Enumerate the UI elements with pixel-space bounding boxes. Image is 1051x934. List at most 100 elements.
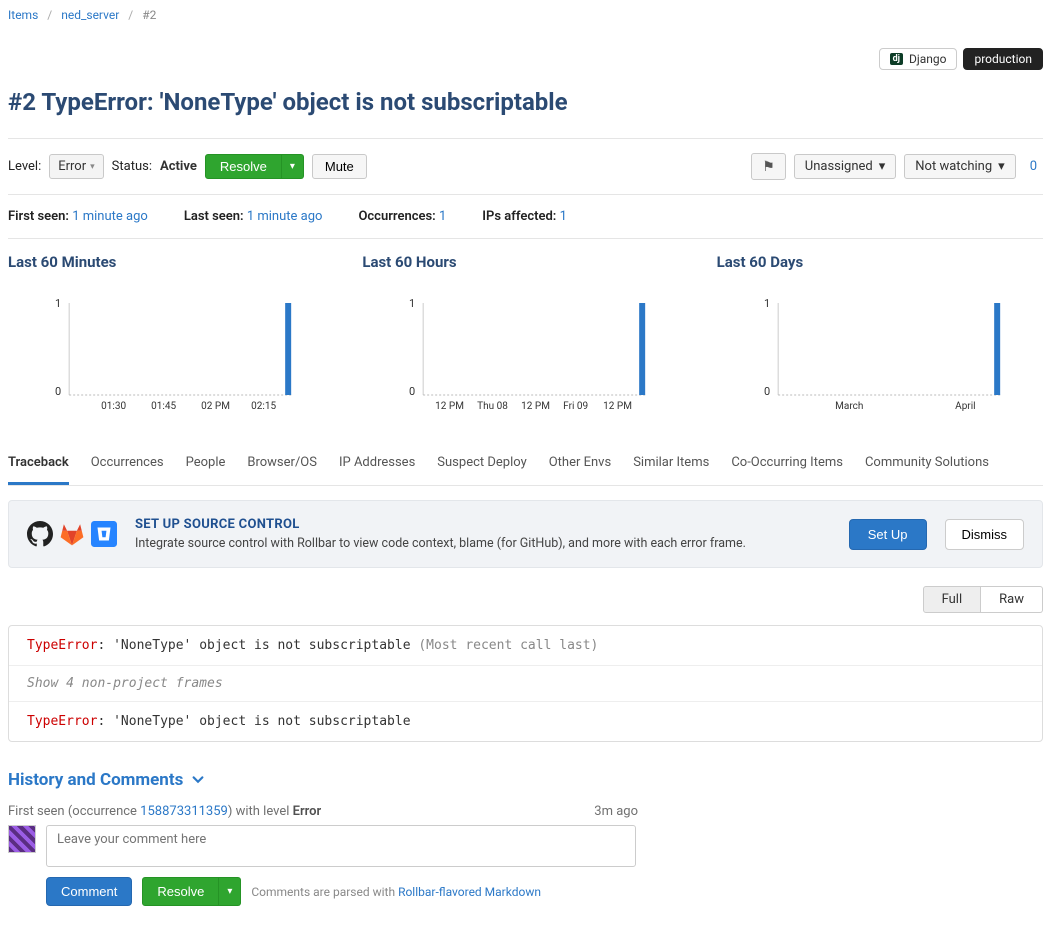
comment-resolve-group: Resolve ▾	[142, 877, 241, 906]
occurrences-value[interactable]: 1	[439, 209, 446, 224]
comment-input[interactable]	[46, 825, 636, 867]
first-seen-prefix: First seen (occurrence	[8, 804, 140, 819]
x-tick: Thu 08	[477, 401, 508, 412]
comment-row	[8, 825, 1043, 867]
dismiss-button[interactable]: Dismiss	[945, 519, 1025, 550]
meta-row: First seen: 1 minute ago Last seen: 1 mi…	[8, 209, 1043, 224]
detail-tabs: Traceback Occurrences People Browser/OS …	[8, 447, 1043, 486]
last-seen-value[interactable]: 1 minute ago	[247, 209, 323, 224]
source-control-heading: SET UP SOURCE CONTROL	[135, 517, 831, 532]
y-tick-1: 1	[55, 297, 61, 310]
history-first-seen-row: First seen (occurrence 158873311359) wit…	[8, 804, 638, 819]
x-tick: March	[835, 401, 863, 412]
chart-last-60-hours: Last 60 Hours 1 0 12 PM Thu 08 12 PM Fri…	[362, 253, 688, 419]
divider	[8, 238, 1043, 239]
divider	[8, 138, 1043, 139]
y-tick-0: 0	[55, 385, 61, 398]
tab-browser-os[interactable]: Browser/OS	[247, 447, 317, 485]
tab-other-envs[interactable]: Other Envs	[549, 447, 611, 485]
resolve-button-group: Resolve ▾	[205, 154, 304, 179]
watch-value: Not watching	[915, 159, 992, 174]
markdown-link[interactable]: Rollbar-flavored Markdown	[398, 885, 541, 899]
chart-bar	[285, 303, 291, 395]
y-tick-0: 0	[764, 385, 770, 398]
chevron-down-icon	[191, 773, 205, 787]
watch-dropdown[interactable]: Not watching ▾	[904, 154, 1015, 179]
error-msg: : 'NoneType' object is not subscriptable	[97, 714, 410, 729]
last-seen-label: Last seen:	[184, 209, 244, 224]
controls-row: Level: Error ▾ Status: Active Resolve ▾ …	[8, 153, 1043, 180]
x-tick: 02 PM	[201, 401, 230, 412]
x-tick: April	[955, 401, 975, 412]
breadcrumb-items[interactable]: Items	[8, 8, 38, 22]
chevron-down-icon: ▾	[998, 159, 1005, 174]
integrations-icons	[27, 521, 117, 547]
occurrences-label: Occurrences:	[358, 209, 435, 224]
tab-people[interactable]: People	[186, 447, 226, 485]
resolve-dropdown-button[interactable]: ▾	[282, 154, 304, 179]
chart-last-60-minutes: Last 60 Minutes 1 0 01:30 01:45 02 PM 02…	[8, 253, 334, 419]
bitbucket-icon	[91, 521, 117, 547]
y-tick-1: 1	[409, 297, 415, 310]
watchers-count[interactable]: 0	[1024, 159, 1043, 174]
mute-button[interactable]: Mute	[312, 154, 367, 179]
tab-similar-items[interactable]: Similar Items	[633, 447, 709, 485]
tab-ip-addresses[interactable]: IP Addresses	[339, 447, 415, 485]
tab-occurrences[interactable]: Occurrences	[91, 447, 164, 485]
page-title: #2 TypeError: 'NoneType' object is not s…	[8, 88, 1043, 116]
chart-minutes-title: Last 60 Minutes	[8, 253, 334, 271]
view-toggle: Full Raw	[8, 586, 1043, 613]
chart-days-title: Last 60 Days	[717, 253, 1043, 271]
traceback-header-line: TypeError: 'NoneType' object is not subs…	[9, 626, 1042, 666]
x-tick: 12 PM	[435, 401, 464, 412]
markdown-note: Comments are parsed with Rollbar-flavore…	[251, 885, 541, 899]
setup-button[interactable]: Set Up	[849, 519, 927, 550]
flag-button[interactable]: ⚑	[751, 153, 786, 180]
traceback-box: TypeError: 'NoneType' object is not subs…	[8, 625, 1043, 742]
tab-suspect-deploy[interactable]: Suspect Deploy	[437, 447, 526, 485]
x-tick: 01:30	[101, 401, 126, 412]
view-raw-button[interactable]: Raw	[981, 586, 1043, 613]
breadcrumb: Items / ned_server / #2	[8, 8, 1043, 22]
x-tick: 12 PM	[603, 401, 632, 412]
occurrence-id-link[interactable]: 158873311359	[140, 804, 228, 819]
history-heading-text: History and Comments	[8, 770, 183, 790]
comment-button[interactable]: Comment	[46, 877, 132, 906]
ips-value[interactable]: 1	[560, 209, 567, 224]
level-dropdown[interactable]: Error ▾	[49, 154, 103, 179]
expand-frames-button[interactable]: Show 4 non-project frames	[9, 666, 1042, 702]
assignee-dropdown[interactable]: Unassigned ▾	[794, 154, 897, 179]
framework-tag-label: Django	[909, 52, 946, 66]
tags-row: dj Django production	[8, 48, 1043, 70]
comment-resolve-dropdown[interactable]: ▾	[219, 877, 241, 906]
charts-row: Last 60 Minutes 1 0 01:30 01:45 02 PM 02…	[8, 253, 1043, 419]
x-tick: 12 PM	[521, 401, 550, 412]
x-tick: Fri 09	[563, 401, 588, 412]
divider	[8, 194, 1043, 195]
x-tick: 02:15	[251, 401, 276, 412]
chart-hours-title: Last 60 Hours	[362, 253, 688, 271]
breadcrumb-project[interactable]: ned_server	[61, 8, 119, 22]
view-full-button[interactable]: Full	[923, 586, 982, 613]
comment-actions: Comment Resolve ▾ Comments are parsed wi…	[46, 877, 1043, 906]
github-icon	[27, 521, 53, 547]
django-icon: dj	[890, 53, 903, 65]
chart-last-60-days: Last 60 Days 1 0 March April	[717, 253, 1043, 419]
y-tick-0: 0	[409, 385, 415, 398]
environment-tag-label: production	[974, 52, 1032, 66]
framework-tag[interactable]: dj Django	[879, 48, 958, 70]
traceback-frame-line: TypeError: 'NoneType' object is not subs…	[9, 702, 1042, 741]
first-seen-label: First seen:	[8, 209, 69, 224]
tab-community-solutions[interactable]: Community Solutions	[865, 447, 989, 485]
flag-icon: ⚑	[762, 158, 775, 174]
tab-co-occurring[interactable]: Co-Occurring Items	[731, 447, 843, 485]
source-control-banner: SET UP SOURCE CONTROL Integrate source c…	[8, 500, 1043, 568]
first-seen-value[interactable]: 1 minute ago	[72, 209, 148, 224]
level-value: Error	[58, 159, 86, 174]
history-heading[interactable]: History and Comments	[8, 770, 1043, 790]
comment-resolve-button[interactable]: Resolve	[142, 877, 219, 906]
chart-bar	[994, 303, 1000, 395]
resolve-button[interactable]: Resolve	[205, 154, 282, 179]
environment-tag[interactable]: production	[963, 48, 1043, 70]
tab-traceback[interactable]: Traceback	[8, 447, 69, 485]
